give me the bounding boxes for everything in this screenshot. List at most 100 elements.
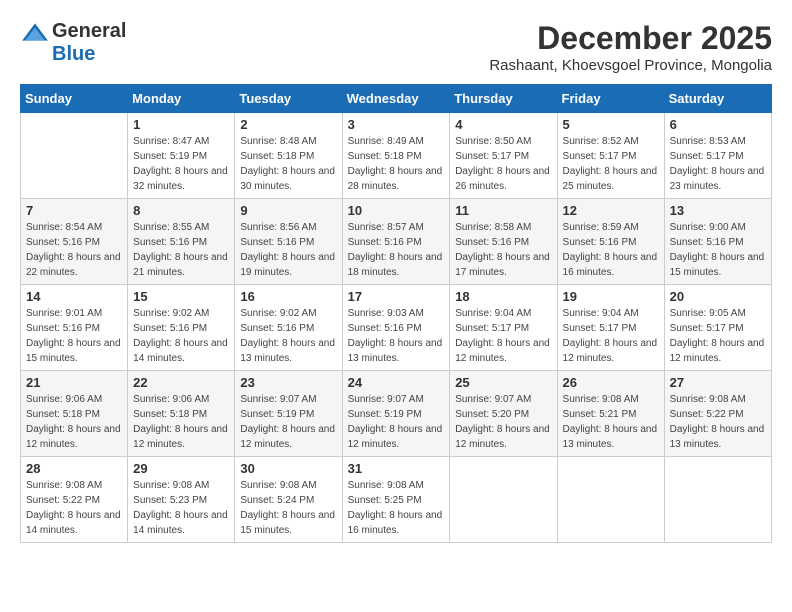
calendar-week-0: 1 Sunrise: 8:47 AMSunset: 5:19 PMDayligh…: [21, 113, 772, 199]
day-number: 19: [563, 289, 659, 304]
header-row: Sunday Monday Tuesday Wednesday Thursday…: [21, 85, 772, 113]
day-number: 12: [563, 203, 659, 218]
calendar-cell: 21 Sunrise: 9:06 AMSunset: 5:18 PMDaylig…: [21, 371, 128, 457]
calendar-body: 1 Sunrise: 8:47 AMSunset: 5:19 PMDayligh…: [21, 113, 772, 543]
day-number: 27: [670, 375, 766, 390]
day-info: Sunrise: 9:00 AMSunset: 5:16 PMDaylight:…: [670, 220, 766, 280]
calendar-table: Sunday Monday Tuesday Wednesday Thursday…: [20, 84, 772, 543]
day-info: Sunrise: 9:08 AMSunset: 5:22 PMDaylight:…: [670, 392, 766, 452]
day-number: 6: [670, 117, 766, 132]
day-info: Sunrise: 8:50 AMSunset: 5:17 PMDaylight:…: [455, 134, 551, 194]
header-monday: Monday: [128, 85, 235, 113]
day-info: Sunrise: 8:55 AMSunset: 5:16 PMDaylight:…: [133, 220, 229, 280]
day-info: Sunrise: 8:52 AMSunset: 5:17 PMDaylight:…: [563, 134, 659, 194]
calendar-cell: 20 Sunrise: 9:05 AMSunset: 5:17 PMDaylig…: [664, 285, 771, 371]
calendar-cell: 6 Sunrise: 8:53 AMSunset: 5:17 PMDayligh…: [664, 113, 771, 199]
calendar-cell: 9 Sunrise: 8:56 AMSunset: 5:16 PMDayligh…: [235, 199, 342, 285]
day-info: Sunrise: 8:47 AMSunset: 5:19 PMDaylight:…: [133, 134, 229, 194]
day-info: Sunrise: 9:08 AMSunset: 5:21 PMDaylight:…: [563, 392, 659, 452]
day-info: Sunrise: 9:06 AMSunset: 5:18 PMDaylight:…: [133, 392, 229, 452]
day-number: 25: [455, 375, 551, 390]
calendar-week-1: 7 Sunrise: 8:54 AMSunset: 5:16 PMDayligh…: [21, 199, 772, 285]
day-info: Sunrise: 8:53 AMSunset: 5:17 PMDaylight:…: [670, 134, 766, 194]
calendar-cell: 15 Sunrise: 9:02 AMSunset: 5:16 PMDaylig…: [128, 285, 235, 371]
calendar-cell: [21, 113, 128, 199]
calendar-cell: 4 Sunrise: 8:50 AMSunset: 5:17 PMDayligh…: [450, 113, 557, 199]
calendar-week-4: 28 Sunrise: 9:08 AMSunset: 5:22 PMDaylig…: [21, 457, 772, 543]
day-number: 29: [133, 461, 229, 476]
day-info: Sunrise: 9:08 AMSunset: 5:24 PMDaylight:…: [240, 478, 336, 538]
day-info: Sunrise: 8:57 AMSunset: 5:16 PMDaylight:…: [348, 220, 445, 280]
calendar-cell: 29 Sunrise: 9:08 AMSunset: 5:23 PMDaylig…: [128, 457, 235, 543]
calendar-cell: 7 Sunrise: 8:54 AMSunset: 5:16 PMDayligh…: [21, 199, 128, 285]
calendar-cell: 1 Sunrise: 8:47 AMSunset: 5:19 PMDayligh…: [128, 113, 235, 199]
header-saturday: Saturday: [664, 85, 771, 113]
calendar-cell: 28 Sunrise: 9:08 AMSunset: 5:22 PMDaylig…: [21, 457, 128, 543]
calendar-week-3: 21 Sunrise: 9:06 AMSunset: 5:18 PMDaylig…: [21, 371, 772, 457]
calendar-cell: 3 Sunrise: 8:49 AMSunset: 5:18 PMDayligh…: [342, 113, 450, 199]
day-number: 4: [455, 117, 551, 132]
day-info: Sunrise: 8:56 AMSunset: 5:16 PMDaylight:…: [240, 220, 336, 280]
calendar-cell: 30 Sunrise: 9:08 AMSunset: 5:24 PMDaylig…: [235, 457, 342, 543]
calendar-cell: 31 Sunrise: 9:08 AMSunset: 5:25 PMDaylig…: [342, 457, 450, 543]
day-info: Sunrise: 9:02 AMSunset: 5:16 PMDaylight:…: [133, 306, 229, 366]
day-number: 23: [240, 375, 336, 390]
page-header: General Blue December 2025 Rashaant, Kho…: [20, 20, 772, 74]
calendar-cell: 12 Sunrise: 8:59 AMSunset: 5:16 PMDaylig…: [557, 199, 664, 285]
day-number: 11: [455, 203, 551, 218]
day-number: 26: [563, 375, 659, 390]
day-number: 17: [348, 289, 445, 304]
calendar-cell: [664, 457, 771, 543]
day-number: 10: [348, 203, 445, 218]
title-area: December 2025 Rashaant, Khoevsgoel Provi…: [489, 20, 772, 74]
day-number: 1: [133, 117, 229, 132]
logo-blue-text: Blue: [52, 43, 95, 66]
month-title: December 2025: [489, 20, 772, 57]
calendar-cell: 8 Sunrise: 8:55 AMSunset: 5:16 PMDayligh…: [128, 199, 235, 285]
calendar-cell: 10 Sunrise: 8:57 AMSunset: 5:16 PMDaylig…: [342, 199, 450, 285]
day-number: 30: [240, 461, 336, 476]
location-title: Rashaant, Khoevsgoel Province, Mongolia: [489, 57, 772, 74]
calendar-cell: 2 Sunrise: 8:48 AMSunset: 5:18 PMDayligh…: [235, 113, 342, 199]
header-friday: Friday: [557, 85, 664, 113]
day-info: Sunrise: 8:48 AMSunset: 5:18 PMDaylight:…: [240, 134, 336, 194]
day-info: Sunrise: 8:54 AMSunset: 5:16 PMDaylight:…: [26, 220, 122, 280]
day-number: 16: [240, 289, 336, 304]
day-number: 14: [26, 289, 122, 304]
day-info: Sunrise: 9:04 AMSunset: 5:17 PMDaylight:…: [563, 306, 659, 366]
calendar-cell: [557, 457, 664, 543]
day-number: 31: [348, 461, 445, 476]
day-info: Sunrise: 9:06 AMSunset: 5:18 PMDaylight:…: [26, 392, 122, 452]
calendar-cell: 13 Sunrise: 9:00 AMSunset: 5:16 PMDaylig…: [664, 199, 771, 285]
day-number: 2: [240, 117, 336, 132]
day-info: Sunrise: 9:01 AMSunset: 5:16 PMDaylight:…: [26, 306, 122, 366]
day-info: Sunrise: 8:58 AMSunset: 5:16 PMDaylight:…: [455, 220, 551, 280]
day-number: 28: [26, 461, 122, 476]
day-number: 15: [133, 289, 229, 304]
calendar-week-2: 14 Sunrise: 9:01 AMSunset: 5:16 PMDaylig…: [21, 285, 772, 371]
logo: General Blue: [20, 20, 126, 66]
calendar-cell: [450, 457, 557, 543]
calendar-cell: 5 Sunrise: 8:52 AMSunset: 5:17 PMDayligh…: [557, 113, 664, 199]
day-number: 22: [133, 375, 229, 390]
header-thursday: Thursday: [450, 85, 557, 113]
day-info: Sunrise: 8:49 AMSunset: 5:18 PMDaylight:…: [348, 134, 445, 194]
calendar-cell: 25 Sunrise: 9:07 AMSunset: 5:20 PMDaylig…: [450, 371, 557, 457]
day-number: 18: [455, 289, 551, 304]
day-number: 9: [240, 203, 336, 218]
calendar-cell: 19 Sunrise: 9:04 AMSunset: 5:17 PMDaylig…: [557, 285, 664, 371]
day-info: Sunrise: 9:08 AMSunset: 5:22 PMDaylight:…: [26, 478, 122, 538]
header-wednesday: Wednesday: [342, 85, 450, 113]
calendar-cell: 26 Sunrise: 9:08 AMSunset: 5:21 PMDaylig…: [557, 371, 664, 457]
day-info: Sunrise: 9:08 AMSunset: 5:23 PMDaylight:…: [133, 478, 229, 538]
day-info: Sunrise: 9:02 AMSunset: 5:16 PMDaylight:…: [240, 306, 336, 366]
calendar-cell: 14 Sunrise: 9:01 AMSunset: 5:16 PMDaylig…: [21, 285, 128, 371]
calendar-cell: 24 Sunrise: 9:07 AMSunset: 5:19 PMDaylig…: [342, 371, 450, 457]
day-number: 13: [670, 203, 766, 218]
day-info: Sunrise: 9:04 AMSunset: 5:17 PMDaylight:…: [455, 306, 551, 366]
calendar-cell: 23 Sunrise: 9:07 AMSunset: 5:19 PMDaylig…: [235, 371, 342, 457]
logo-icon: [20, 22, 50, 42]
calendar-cell: 16 Sunrise: 9:02 AMSunset: 5:16 PMDaylig…: [235, 285, 342, 371]
calendar-cell: 27 Sunrise: 9:08 AMSunset: 5:22 PMDaylig…: [664, 371, 771, 457]
day-info: Sunrise: 8:59 AMSunset: 5:16 PMDaylight:…: [563, 220, 659, 280]
